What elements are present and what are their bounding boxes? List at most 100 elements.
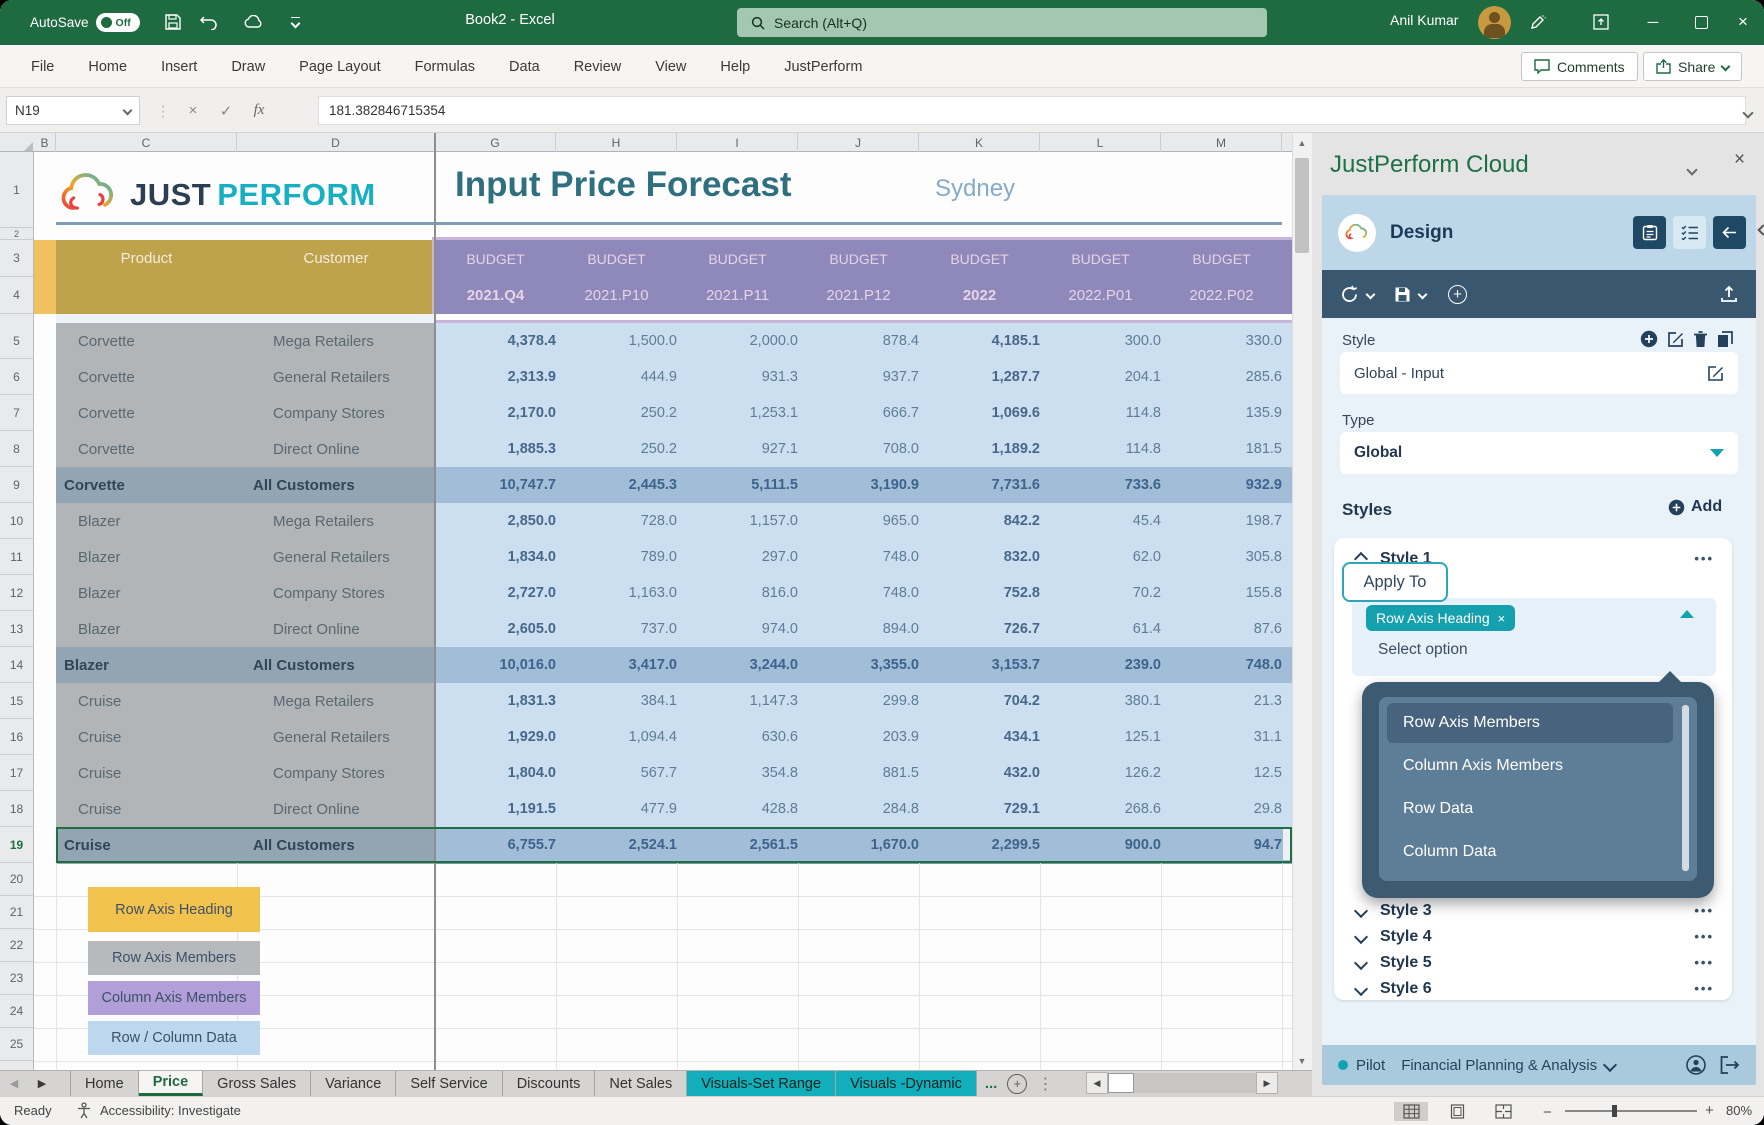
view-page-break-button[interactable] <box>1486 1102 1520 1121</box>
row-header-6[interactable]: 6 <box>0 359 33 395</box>
value-cell[interactable]: 250.2 <box>556 431 690 468</box>
confirm-entry-button[interactable]: ✓ <box>211 96 241 125</box>
value-cell[interactable]: 94.7 <box>1161 827 1295 864</box>
value-cell[interactable]: 894.0 <box>798 611 932 648</box>
value-cell[interactable]: 4,378.4 <box>435 323 569 360</box>
selected-cell-stub[interactable] <box>1283 829 1290 860</box>
value-cell[interactable]: 3,417.0 <box>556 647 690 684</box>
value-cell[interactable]: 748.0 <box>1161 647 1295 684</box>
hscroll-right-button[interactable]: ▶ <box>1256 1072 1278 1094</box>
row-header-3[interactable]: 3 <box>0 240 33 277</box>
add-sheet-button[interactable]: + <box>1007 1074 1027 1094</box>
zoom-in-button[interactable]: + <box>1705 1102 1714 1119</box>
budget-header-cell[interactable]: BUDGET <box>1040 240 1162 278</box>
product-cell[interactable]: Blazer <box>56 611 260 648</box>
value-cell[interactable]: 4,185.1 <box>919 323 1053 360</box>
value-cell[interactable]: 965.0 <box>798 503 932 540</box>
refresh-button[interactable] <box>1340 285 1359 304</box>
hscroll-thumb[interactable] <box>1108 1073 1134 1093</box>
value-cell[interactable]: 881.5 <box>798 755 932 792</box>
dropdown-option-row-data[interactable]: Row Data <box>1387 789 1673 829</box>
comments-button[interactable]: Comments <box>1521 52 1638 81</box>
value-cell[interactable]: 432.0 <box>919 755 1053 792</box>
budget-header-cell[interactable]: BUDGET <box>1161 240 1283 278</box>
apply-to-chip[interactable]: Apply To <box>1342 562 1448 602</box>
undo-button[interactable] <box>196 10 222 34</box>
product-cell[interactable]: Cruise <box>56 755 260 792</box>
value-cell[interactable]: 1,191.5 <box>435 791 569 828</box>
value-cell[interactable]: 1,253.1 <box>677 395 811 432</box>
value-cell[interactable]: 878.4 <box>798 323 932 360</box>
value-cell[interactable]: 477.9 <box>556 791 690 828</box>
row-header-20[interactable]: 20 <box>0 863 33 896</box>
value-cell[interactable]: 1,163.0 <box>556 575 690 612</box>
value-cell[interactable]: 7,731.6 <box>919 467 1053 504</box>
row-header-26[interactable]: 26 <box>0 1061 33 1070</box>
value-cell[interactable]: 12.5 <box>1161 755 1295 792</box>
value-cell[interactable]: 704.2 <box>919 683 1053 720</box>
row-header-9[interactable]: 9 <box>0 467 33 503</box>
style-row-style-6[interactable]: Style 6••• <box>1334 976 1732 1002</box>
product-cell[interactable]: Cruise <box>56 827 246 864</box>
style-edit-button[interactable] <box>1667 331 1684 348</box>
scroll-down-button[interactable]: ▼ <box>1293 1051 1311 1070</box>
value-cell[interactable]: 816.0 <box>677 575 811 612</box>
column-header-H[interactable]: H <box>556 133 677 152</box>
value-cell[interactable]: 3,153.7 <box>919 647 1053 684</box>
zoom-out-button[interactable]: − <box>1543 1104 1552 1121</box>
sync-button[interactable] <box>240 10 266 34</box>
value-cell[interactable]: 3,190.9 <box>798 467 932 504</box>
view-page-layout-button[interactable] <box>1440 1102 1474 1121</box>
value-cell[interactable]: 832.0 <box>919 539 1053 576</box>
value-cell[interactable]: 31.1 <box>1161 719 1295 756</box>
pane-close-button[interactable]: × <box>1734 149 1745 171</box>
back-button[interactable] <box>1713 216 1746 249</box>
product-cell[interactable]: Cruise <box>56 719 260 756</box>
style-row-menu-button[interactable]: ••• <box>1694 909 1714 913</box>
product-cell[interactable]: Blazer <box>56 503 260 540</box>
ribbon-tab-view[interactable]: View <box>638 45 703 88</box>
save-button[interactable] <box>160 10 186 34</box>
value-cell[interactable]: 1,287.7 <box>919 359 1053 396</box>
value-cell[interactable]: 204.1 <box>1040 359 1174 396</box>
value-cell[interactable]: 729.1 <box>919 791 1053 828</box>
column-header-L[interactable]: L <box>1040 133 1161 152</box>
ribbon-tab-justperform[interactable]: JustPerform <box>767 45 879 88</box>
value-cell[interactable]: 5,111.5 <box>677 467 811 504</box>
column-header-D[interactable]: D <box>237 133 435 152</box>
value-cell[interactable]: 1,189.2 <box>919 431 1053 468</box>
pane-save-button[interactable] <box>1394 286 1411 303</box>
value-cell[interactable]: 250.2 <box>556 395 690 432</box>
value-cell[interactable]: 305.8 <box>1161 539 1295 576</box>
value-cell[interactable]: 61.4 <box>1040 611 1174 648</box>
period-header-cell[interactable]: 2022.P02 <box>1161 277 1283 314</box>
style-row-style-4[interactable]: Style 4••• <box>1334 924 1732 950</box>
style-row-menu-button[interactable]: ••• <box>1694 961 1714 965</box>
avatar[interactable] <box>1478 6 1511 39</box>
value-cell[interactable]: 728.0 <box>556 503 690 540</box>
product-cell[interactable]: Blazer <box>56 647 246 684</box>
value-cell[interactable]: 748.0 <box>798 539 932 576</box>
value-cell[interactable]: 932.9 <box>1161 467 1295 504</box>
style-row-menu-button[interactable]: ••• <box>1694 935 1714 939</box>
row-header-7[interactable]: 7 <box>0 395 33 431</box>
value-cell[interactable]: 708.0 <box>798 431 932 468</box>
product-cell[interactable]: Corvette <box>56 431 260 468</box>
autosave-switch[interactable]: Off <box>96 13 140 32</box>
style-row-style-5[interactable]: Style 5••• <box>1334 950 1732 976</box>
product-cell[interactable]: Cruise <box>56 791 260 828</box>
budget-header-cell[interactable]: BUDGET <box>919 240 1041 278</box>
value-cell[interactable]: 299.8 <box>798 683 932 720</box>
publish-button[interactable] <box>1720 285 1738 303</box>
quick-access-menu-button[interactable] <box>282 10 308 34</box>
value-cell[interactable]: 45.4 <box>1040 503 1174 540</box>
value-cell[interactable]: 284.8 <box>798 791 932 828</box>
value-cell[interactable]: 1,804.0 <box>435 755 569 792</box>
profile-button[interactable] <box>1686 1055 1706 1075</box>
row-header-25[interactable]: 25 <box>0 1028 33 1061</box>
ribbon-tab-file[interactable]: File <box>14 45 71 88</box>
row-header-13[interactable]: 13 <box>0 611 33 647</box>
value-cell[interactable]: 927.1 <box>677 431 811 468</box>
selected-tag[interactable]: Row Axis Heading × <box>1366 605 1515 631</box>
sheet-tab-gross-sales[interactable]: Gross Sales <box>203 1071 311 1096</box>
